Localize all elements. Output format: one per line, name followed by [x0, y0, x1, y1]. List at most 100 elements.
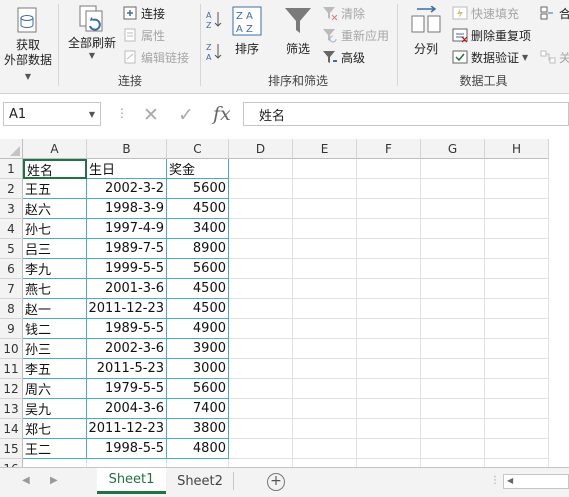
- cell-a13[interactable]: 吴九: [23, 399, 87, 419]
- cell-c8[interactable]: 4500: [167, 299, 229, 319]
- enter-icon[interactable]: ✓: [178, 104, 194, 126]
- cell-c10[interactable]: 3900: [167, 339, 229, 359]
- cell-f14[interactable]: [357, 419, 421, 439]
- reapply-button[interactable]: 重新应用: [322, 25, 389, 45]
- cell-a15[interactable]: 王二: [23, 439, 87, 459]
- row-header-14[interactable]: 14: [0, 419, 23, 439]
- cell-c12[interactable]: 5600: [167, 379, 229, 399]
- tab-options-icon[interactable]: ⋮: [490, 475, 500, 486]
- cell-e10[interactable]: [293, 339, 357, 359]
- cell-c3[interactable]: 4500: [167, 199, 229, 219]
- cell-a4[interactable]: 孙七: [23, 219, 87, 239]
- cell-g9[interactable]: [421, 319, 485, 339]
- row-header-11[interactable]: 11: [0, 359, 23, 379]
- cell-h12[interactable]: [485, 379, 549, 399]
- cell-f6[interactable]: [357, 259, 421, 279]
- cell-g12[interactable]: [421, 379, 485, 399]
- cell-g11[interactable]: [421, 359, 485, 379]
- cancel-icon[interactable]: ✕: [143, 104, 159, 126]
- remove-duplicates-button[interactable]: 删除重复项: [452, 25, 531, 45]
- cell-h8[interactable]: [485, 299, 549, 319]
- refresh-all-button[interactable]: 全部刷新 ▼: [64, 2, 120, 60]
- cell-d13[interactable]: [229, 399, 293, 419]
- formula-input[interactable]: 姓名: [243, 102, 569, 126]
- row-header-16[interactable]: 16: [0, 459, 23, 467]
- horizontal-scrollbar[interactable]: ◀: [503, 474, 569, 489]
- cell-g13[interactable]: [421, 399, 485, 419]
- cell-h13[interactable]: [485, 399, 549, 419]
- tab-sheet2[interactable]: Sheet2: [167, 468, 233, 494]
- cell-e3[interactable]: [293, 199, 357, 219]
- properties-button[interactable]: 属性: [122, 25, 165, 45]
- prev-sheet-icon[interactable]: ◀: [22, 475, 30, 486]
- row-header-9[interactable]: 9: [0, 319, 23, 339]
- cell-h6[interactable]: [485, 259, 549, 279]
- cell-d8[interactable]: [229, 299, 293, 319]
- column-header-e[interactable]: E: [293, 139, 357, 159]
- add-sheet-button[interactable]: +: [267, 473, 285, 491]
- cell-d16[interactable]: [229, 459, 293, 467]
- tab-sheet1[interactable]: Sheet1: [97, 468, 166, 494]
- cell-f8[interactable]: [357, 299, 421, 319]
- cell-e6[interactable]: [293, 259, 357, 279]
- cell-c13[interactable]: 7400: [167, 399, 229, 419]
- cell-e12[interactable]: [293, 379, 357, 399]
- cell-a5[interactable]: 吕三: [23, 239, 87, 259]
- cell-h11[interactable]: [485, 359, 549, 379]
- column-header-b[interactable]: B: [87, 139, 167, 159]
- sort-button[interactable]: Z A A Z 排序: [228, 2, 266, 57]
- flash-fill-button[interactable]: 快速填充: [452, 3, 519, 23]
- cell-h16[interactable]: [485, 459, 549, 467]
- row-header-13[interactable]: 13: [0, 399, 23, 419]
- column-header-a[interactable]: A: [23, 139, 87, 159]
- cell-f15[interactable]: [357, 439, 421, 459]
- cell-e7[interactable]: [293, 279, 357, 299]
- cell-f9[interactable]: [357, 319, 421, 339]
- cell-e14[interactable]: [293, 419, 357, 439]
- cell-a14[interactable]: 郑七: [23, 419, 87, 439]
- cell-h4[interactable]: [485, 219, 549, 239]
- chevron-down-icon[interactable]: ▼: [89, 110, 95, 119]
- cell-d12[interactable]: [229, 379, 293, 399]
- cell-h3[interactable]: [485, 199, 549, 219]
- row-header-10[interactable]: 10: [0, 339, 23, 359]
- cell-g14[interactable]: [421, 419, 485, 439]
- cell-h2[interactable]: [485, 179, 549, 199]
- cell-f5[interactable]: [357, 239, 421, 259]
- row-header-1[interactable]: 1: [0, 159, 23, 179]
- get-external-data-button[interactable]: 获取 外部数据 ▼: [0, 2, 56, 84]
- cell-g4[interactable]: [421, 219, 485, 239]
- cell-d15[interactable]: [229, 439, 293, 459]
- cell-e16[interactable]: [293, 459, 357, 467]
- column-header-c[interactable]: C: [167, 139, 229, 159]
- cell-b8[interactable]: 2011-12-23: [87, 299, 167, 319]
- row-header-12[interactable]: 12: [0, 379, 23, 399]
- cell-e8[interactable]: [293, 299, 357, 319]
- column-header-f[interactable]: F: [357, 139, 421, 159]
- cell-e1[interactable]: [293, 159, 357, 179]
- cell-g8[interactable]: [421, 299, 485, 319]
- cell-h9[interactable]: [485, 319, 549, 339]
- cell-f4[interactable]: [357, 219, 421, 239]
- cell-e4[interactable]: [293, 219, 357, 239]
- row-header-6[interactable]: 6: [0, 259, 23, 279]
- cell-e2[interactable]: [293, 179, 357, 199]
- column-header-d[interactable]: D: [229, 139, 293, 159]
- cell-h1[interactable]: [485, 159, 549, 179]
- cell-d1[interactable]: [229, 159, 293, 179]
- cell-a1[interactable]: 姓名: [23, 159, 87, 179]
- cell-e15[interactable]: [293, 439, 357, 459]
- row-header-15[interactable]: 15: [0, 439, 23, 459]
- cell-b1[interactable]: 生日: [87, 159, 167, 179]
- cell-c14[interactable]: 3800: [167, 419, 229, 439]
- cell-f12[interactable]: [357, 379, 421, 399]
- cell-b16[interactable]: [87, 459, 167, 467]
- cell-f10[interactable]: [357, 339, 421, 359]
- column-header-h[interactable]: H: [485, 139, 549, 159]
- cell-f16[interactable]: [357, 459, 421, 467]
- edit-links-button[interactable]: 编辑链接: [122, 47, 189, 67]
- row-header-5[interactable]: 5: [0, 239, 23, 259]
- cell-b12[interactable]: 1979-5-5: [87, 379, 167, 399]
- cell-c11[interactable]: 3000: [167, 359, 229, 379]
- cell-a6[interactable]: 李九: [23, 259, 87, 279]
